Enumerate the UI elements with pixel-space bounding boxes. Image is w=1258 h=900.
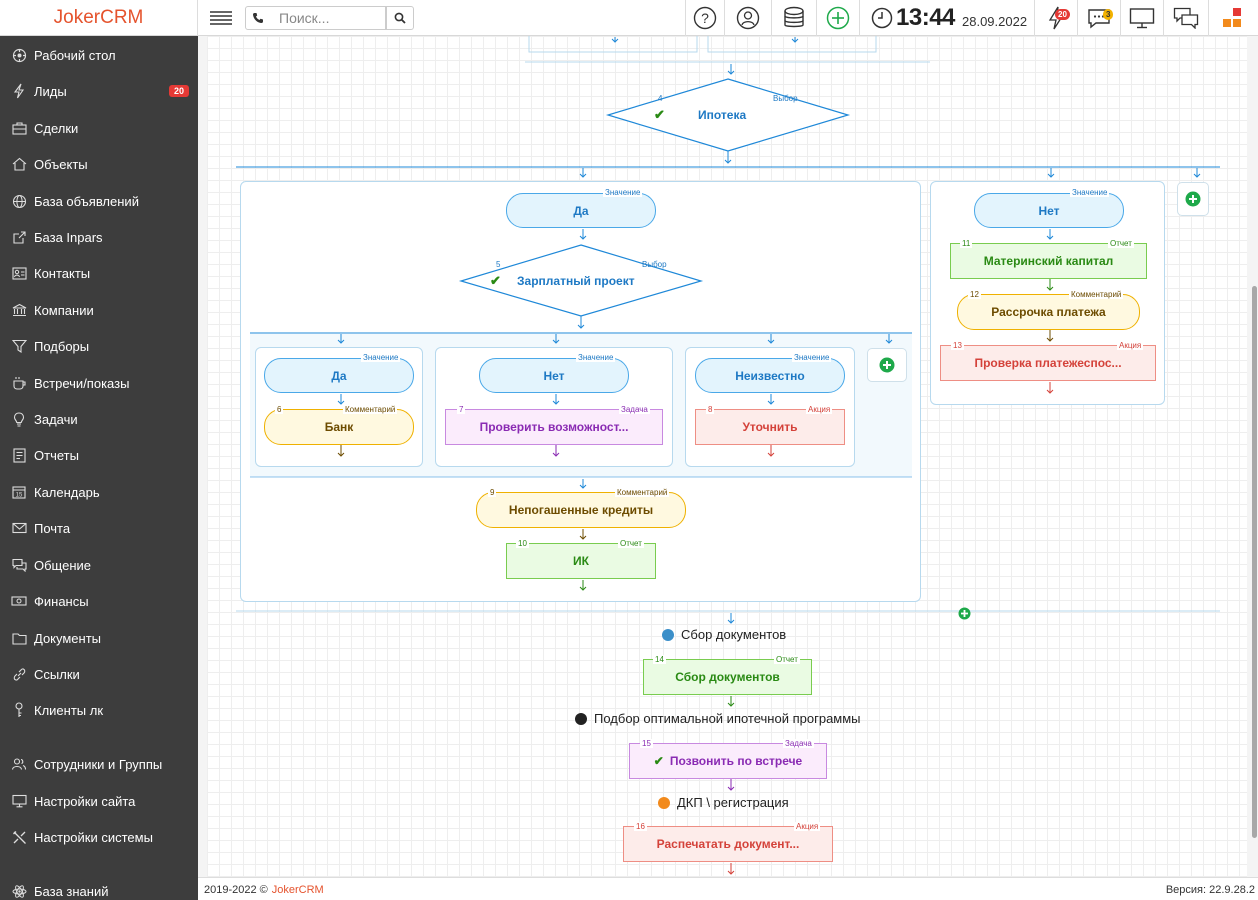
report-node-11[interactable]: Материнский капитал [950, 243, 1147, 279]
comment-node-12[interactable]: Рассрочка платежа [957, 294, 1140, 330]
stage-document-collection[interactable]: Сбор документов [662, 627, 786, 642]
action-node-16[interactable]: Распечатать документ... [623, 826, 833, 862]
action-node-13[interactable]: Проверка платежеспос... [940, 345, 1156, 381]
report-node-10[interactable]: ИК [506, 543, 656, 579]
comment-node-6[interactable]: Банк [264, 409, 414, 445]
action-node-8[interactable]: Уточнить [695, 409, 845, 445]
add-step-icon[interactable] [958, 607, 971, 620]
comment-node-9[interactable]: Непогашенные кредиты [476, 492, 686, 528]
version: Версия: 22.9.28.2 [1165, 884, 1255, 896]
stage-dot [575, 712, 587, 725]
task-node-15[interactable]: ✔ Позвонить по встрече [629, 743, 827, 779]
stage-dot [662, 628, 674, 641]
footer: 2019-2022 © JokerCRM Версия: 22.9.28.2 [198, 877, 1258, 900]
check-icon: ✔ [653, 754, 664, 768]
stage-mortgage-selection[interactable]: Подбор оптимальной ипотечной программы [575, 711, 861, 726]
task-node-7[interactable]: Проверить возможност... [445, 409, 663, 445]
footer-brand[interactable]: JokerCRM [272, 884, 324, 896]
report-node-14[interactable]: Сбор документов [643, 659, 812, 695]
copyright: 2019-2022 © [204, 884, 268, 896]
stage-dkp-registration[interactable]: ДКП \ регистрация [658, 795, 789, 810]
stage-dot [658, 796, 670, 809]
value-node-no[interactable]: Нет [974, 193, 1124, 228]
